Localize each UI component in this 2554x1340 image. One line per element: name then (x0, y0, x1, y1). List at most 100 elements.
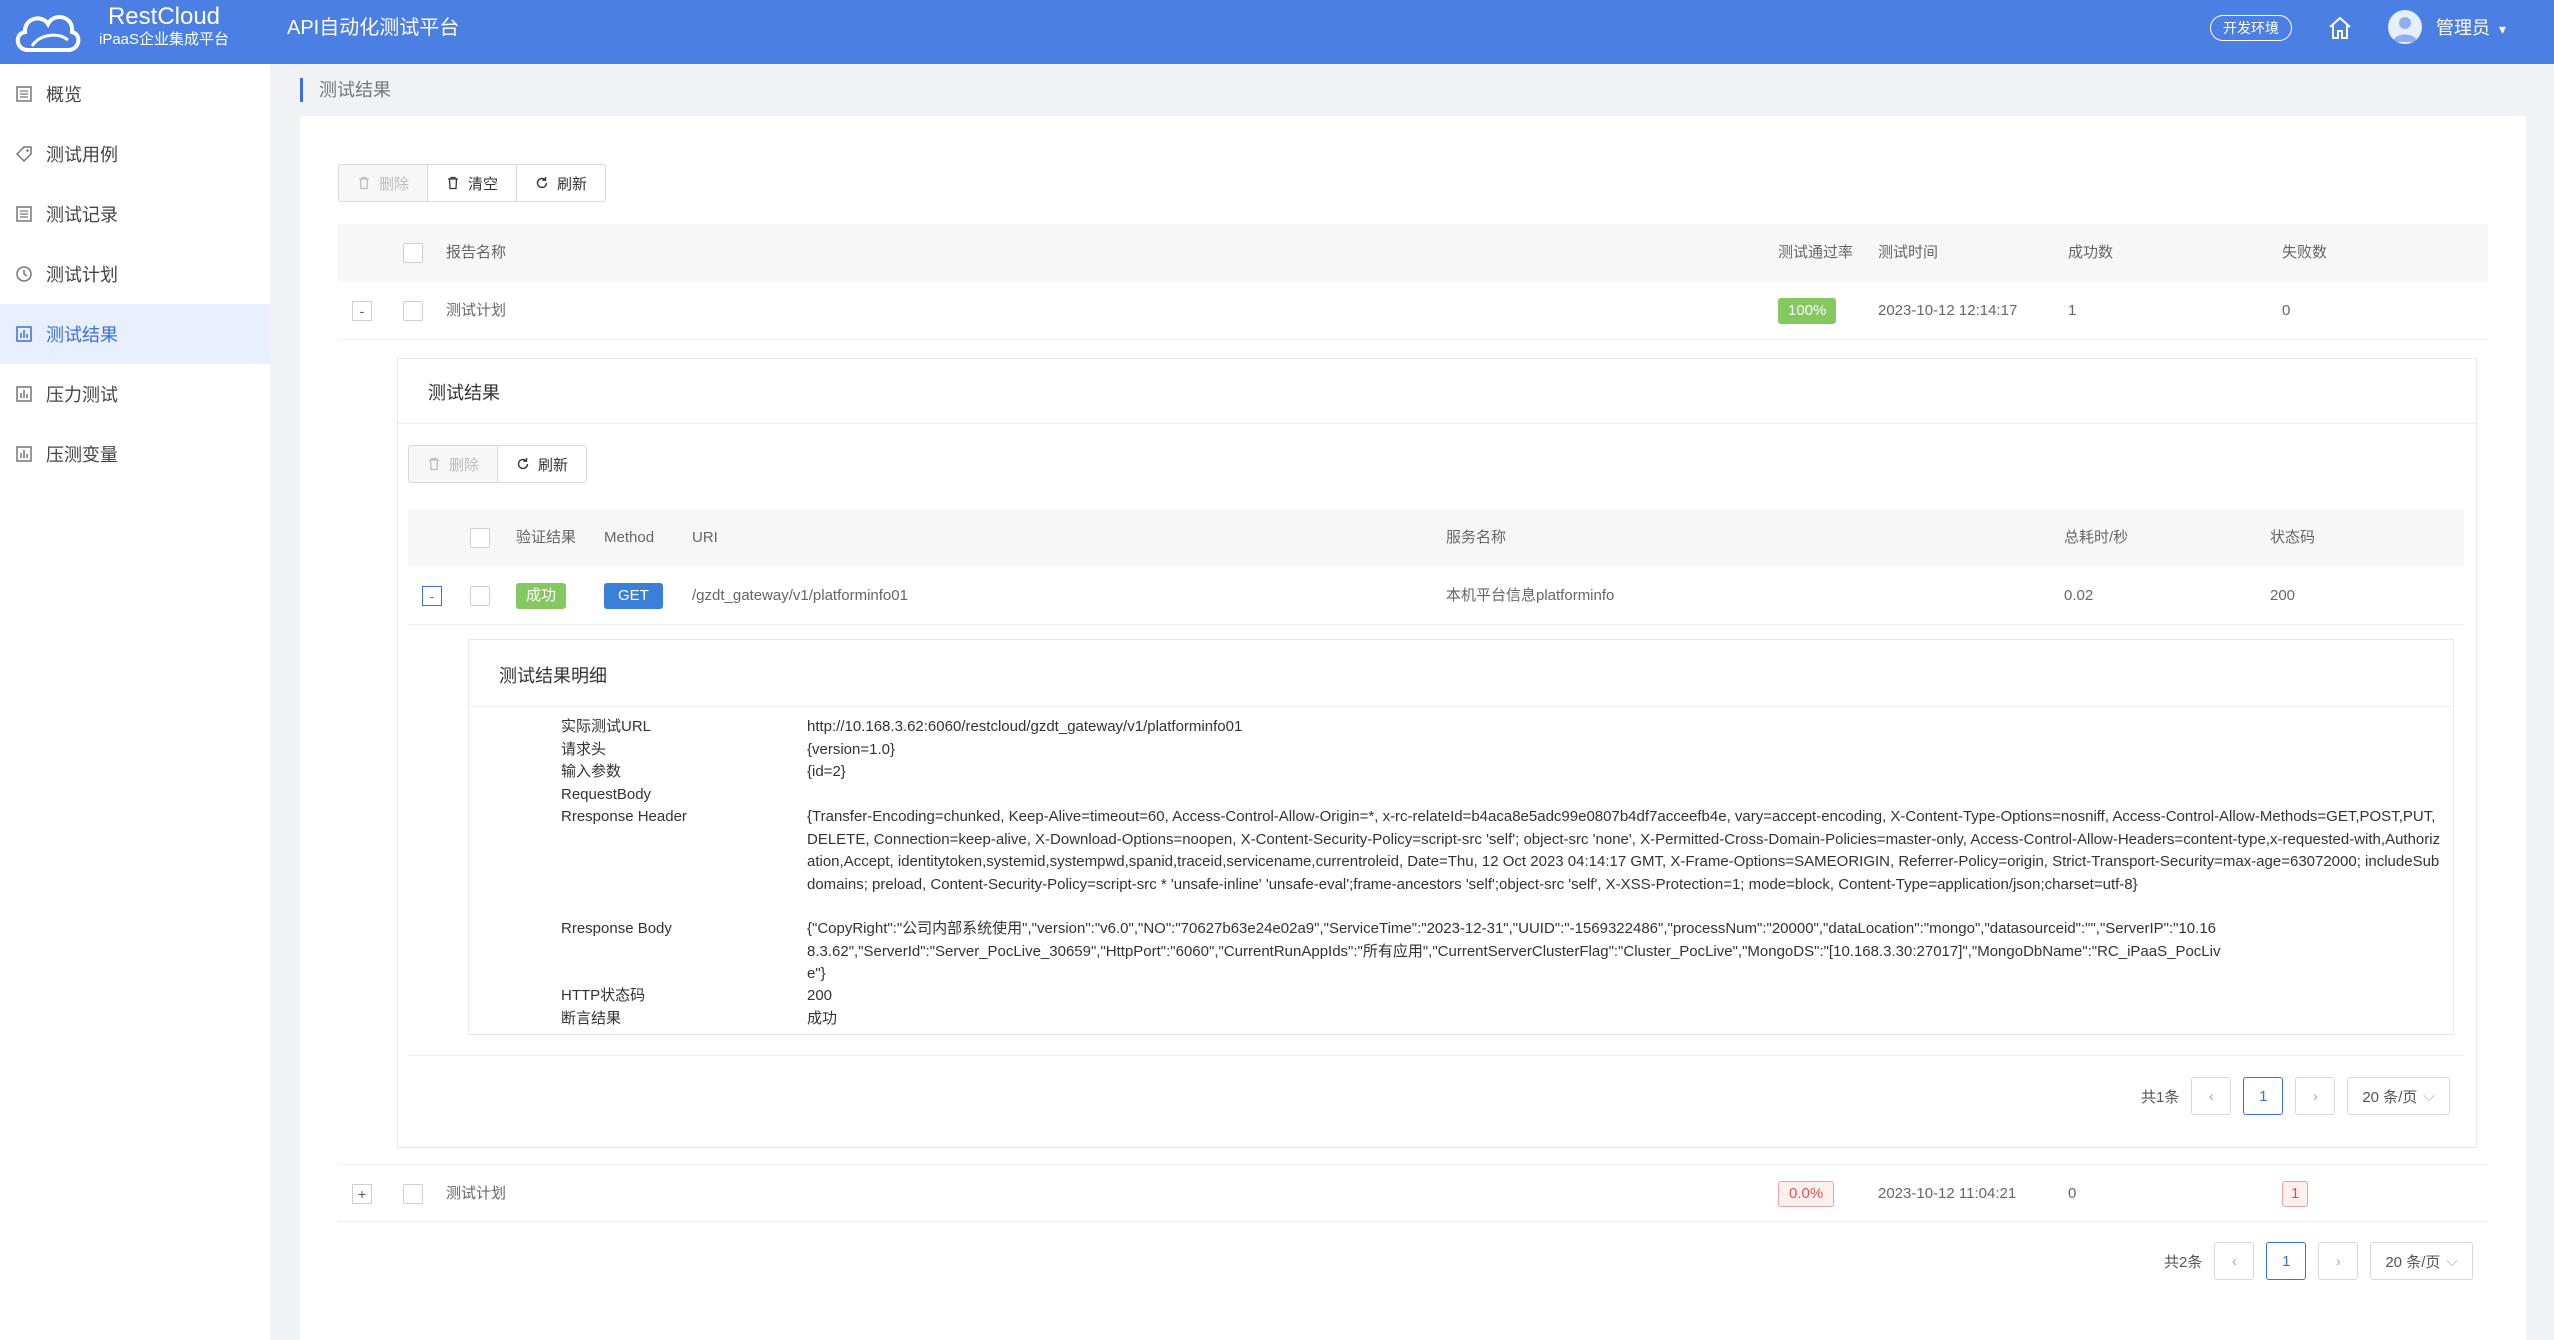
inner-pagination: 共1条 ‹ 1 › 20 条/页 ⌵ (2141, 1077, 2450, 1115)
row-checkbox[interactable] (403, 301, 423, 321)
sidebar-item-label: 概览 (46, 85, 82, 105)
select-all-checkbox[interactable] (403, 243, 423, 263)
divider (469, 706, 2453, 707)
status-code: 200 (2270, 587, 2296, 604)
inner-select-all-checkbox[interactable] (470, 528, 490, 548)
header-pass-rate: 测试通过率 (1778, 244, 1854, 261)
inner-toolbar: 删除 刷新 (408, 445, 588, 483)
header-duration: 总耗时/秒 (2064, 529, 2129, 546)
refresh-button[interactable]: 刷新 (517, 165, 605, 201)
inner-delete-button[interactable]: 删除 (409, 446, 499, 482)
test-time: 2023-10-12 11:04:21 (1878, 1185, 2017, 1202)
sidebar-item-test-records[interactable]: 测试记录 (0, 184, 270, 244)
breadcrumb: 测试结果 (300, 78, 391, 102)
trash-icon (429, 457, 439, 471)
collapse-row-button[interactable]: - (352, 301, 372, 321)
user-menu[interactable]: 管理员 ▾ (2436, 14, 2506, 43)
divider (398, 423, 2476, 424)
inner-table-header: 验证结果 Method URI 服务名称 总耗时/秒 状态码 (408, 509, 2464, 567)
detail-value: {version=1.0} (807, 740, 895, 758)
header-fail-count: 失败数 (2282, 244, 2328, 261)
table-row[interactable]: - 成功 GET /gzdt_gateway/v1/platforminfo01… (408, 567, 2464, 625)
detail-panel: 测试结果明细 实际测试URL http://10.168.3.62:6060/r… (468, 639, 2454, 1035)
header-success-count: 成功数 (2068, 244, 2114, 261)
fail-count-badge: 1 (2282, 1181, 2309, 1207)
refresh-icon (517, 458, 529, 470)
user-name: 管理员 (2436, 18, 2490, 38)
table-row[interactable]: + 测试计划 0.0% 2023-10-12 11:04:21 0 1 (338, 1164, 2488, 1222)
success-count: 0 (2068, 1185, 2077, 1202)
table-row[interactable]: - 测试计划 100% 2023-10-12 12:14:17 1 0 (338, 282, 2488, 340)
clock-icon (14, 264, 34, 284)
row-checkbox[interactable] (403, 1184, 423, 1204)
list-icon (14, 84, 34, 104)
report-name: 测试计划 (446, 302, 507, 319)
sidebar-item-stress-variables[interactable]: 压测变量 (0, 424, 270, 484)
detail-label: 断言结果 (561, 1009, 622, 1027)
inner-panel-title: 测试结果 (428, 383, 500, 403)
sidebar-item-label: 测试记录 (46, 205, 118, 225)
avatar[interactable] (2388, 10, 2422, 44)
service-name: 本机平台信息platforminfo (1446, 587, 1615, 604)
environment-badge[interactable]: 开发环境 (2210, 15, 2292, 41)
inner-delete-label: 删除 (449, 456, 480, 474)
page-size-select[interactable]: 20 条/页 ⌵ (2347, 1077, 2450, 1115)
page-number-button[interactable]: 1 (2266, 1242, 2307, 1280)
detail-label: Rresponse Header (561, 808, 687, 825)
detail-value: {id=2} (807, 763, 846, 780)
method-badge: GET (604, 583, 663, 609)
prev-page-button[interactable]: ‹ (2214, 1242, 2255, 1280)
top-header: RestCloud iPaaS企业集成平台 API自动化测试平台 开发环境 管理… (0, 0, 2554, 64)
main-card: 删除 清空 刷新 报告名称 测试通过率 测试时间 成功数 失败数 - 测试计划 … (300, 116, 2526, 1340)
detail-list: 实际测试URL http://10.168.3.62:6060/restclou… (561, 716, 2447, 1036)
pass-rate-badge: 100% (1778, 298, 1837, 324)
sidebar-item-test-plans[interactable]: 测试计划 (0, 244, 270, 304)
test-time: 2023-10-12 12:14:17 (1878, 302, 2018, 319)
detail-label: HTTP状态码 (561, 987, 646, 1004)
detail-value: 200 (807, 987, 833, 1004)
verify-success-badge: 成功 (516, 583, 567, 609)
expand-row-button[interactable]: + (352, 1184, 372, 1204)
user-avatar-icon (2393, 17, 2417, 42)
sidebar-item-label: 压测变量 (46, 445, 118, 465)
detail-label: Rresponse Body (561, 920, 672, 937)
pass-rate-badge: 0.0% (1778, 1181, 1835, 1207)
success-count: 1 (2068, 302, 2077, 319)
inner-refresh-button[interactable]: 刷新 (498, 446, 586, 482)
sidebar-item-test-cases[interactable]: 测试用例 (0, 124, 270, 184)
next-page-button[interactable]: › (2295, 1077, 2336, 1115)
page-size-select[interactable]: 20 条/页 ⌵ (2370, 1242, 2473, 1280)
sidebar-item-test-results[interactable]: 测试结果 (0, 304, 270, 364)
page-size-value: 20 条/页 (2385, 1253, 2441, 1271)
chevron-right-icon: › (2335, 1252, 2341, 1270)
pagination: 共2条 ‹ 1 › 20 条/页 ⌵ (2164, 1242, 2473, 1280)
detail-value: 成功 (807, 1009, 838, 1027)
detail-panel-title: 测试结果明细 (499, 666, 607, 686)
page-number-button[interactable]: 1 (2243, 1077, 2284, 1115)
next-page-button[interactable]: › (2318, 1242, 2359, 1280)
home-icon[interactable] (2326, 14, 2354, 42)
chevron-right-icon: › (2312, 1087, 2318, 1105)
table-header: 报告名称 测试通过率 测试时间 成功数 失败数 (338, 224, 2488, 282)
collapse-inner-row-button[interactable]: - (422, 586, 442, 606)
clear-button[interactable]: 清空 (428, 165, 518, 201)
sidebar: 概览 测试用例 测试记录 测试计划 测试结果 压力测试 压测变量 (0, 64, 270, 1340)
inner-row-checkbox[interactable] (470, 586, 490, 606)
duration-value: 0.02 (2064, 587, 2094, 604)
app-title: API自动化测试平台 (287, 17, 460, 39)
header-verify-result: 验证结果 (516, 529, 577, 546)
chart-icon (14, 384, 34, 404)
sidebar-item-stress-test[interactable]: 压力测试 (0, 364, 270, 424)
delete-button[interactable]: 删除 (339, 165, 429, 201)
sidebar-item-label: 测试结果 (46, 325, 118, 345)
inner-results-panel: 测试结果 删除 刷新 验证结果 Method URI 服务名称 总耗时/秒 状态… (397, 358, 2477, 1148)
sidebar-item-overview[interactable]: 概览 (0, 64, 270, 124)
detail-value: http://10.168.3.62:6060/restcloud/gzdt_g… (807, 718, 1243, 735)
clear-label: 清空 (468, 175, 499, 193)
chevron-left-icon: ‹ (2208, 1087, 2214, 1105)
prev-page-button[interactable]: ‹ (2191, 1077, 2232, 1115)
tag-icon (14, 144, 34, 164)
sidebar-item-label: 压力测试 (46, 385, 118, 405)
header-uri: URI (692, 529, 718, 546)
chevron-down-icon: ⌵ (2446, 1252, 2458, 1270)
